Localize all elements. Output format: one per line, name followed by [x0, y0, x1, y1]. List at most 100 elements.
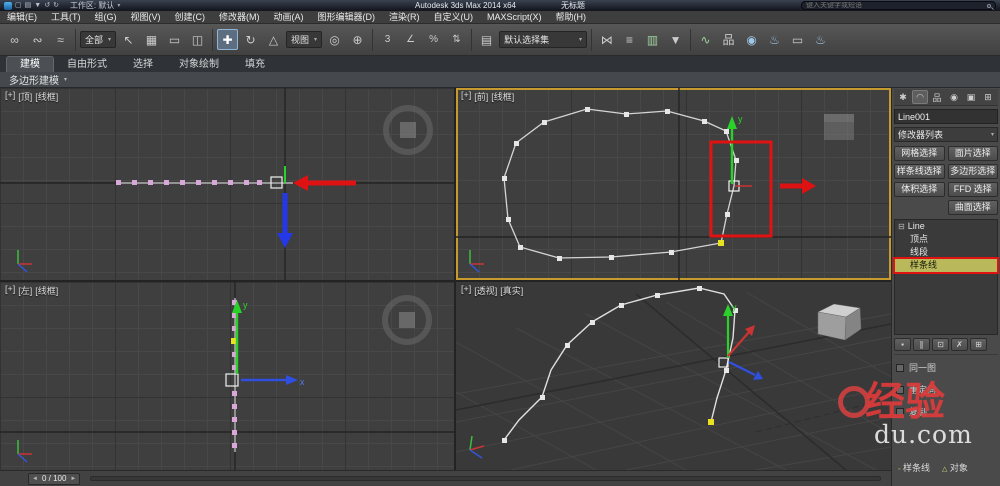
schematic-view-icon[interactable]: 品	[718, 29, 739, 50]
menu-item-animation[interactable]: 动画(A)	[267, 11, 311, 24]
next-frame-icon[interactable]: ►	[70, 476, 76, 482]
menu-item-customize[interactable]: 自定义(U)	[427, 11, 481, 24]
mirror-icon[interactable]: ⋈	[596, 29, 617, 50]
stack-root-line[interactable]: ⊟ Line	[895, 220, 997, 233]
viewcube[interactable]	[817, 303, 862, 341]
selection-filter-combo[interactable]: 全部 ▾	[80, 31, 117, 48]
select-by-name-icon[interactable]: ▦	[141, 29, 162, 50]
edit-named-selection-sets-icon[interactable]: ▤	[476, 29, 497, 50]
viewport-menu-button[interactable]: [+]	[5, 284, 15, 297]
polygon-modeling-panel[interactable]: 多边形建模	[9, 72, 59, 87]
percent-snap-icon[interactable]: %	[423, 29, 444, 50]
reference-coordinate-combo[interactable]: 视图 ▾	[286, 31, 323, 48]
viewport-perspective-canvas[interactable]: y	[456, 282, 891, 470]
time-slider[interactable]: ◄ 0 / 100 ►	[28, 472, 81, 485]
track-bar[interactable]	[90, 476, 881, 481]
viewcube[interactable]	[383, 105, 433, 155]
tab-utilities-icon[interactable]: ⊞	[980, 90, 996, 104]
select-and-scale-icon[interactable]: △	[263, 29, 284, 50]
poly-select-button[interactable]: 多边形选择	[947, 164, 998, 179]
curve-editor-icon[interactable]: ∿	[695, 29, 716, 50]
viewport-name-button[interactable]: [顶]	[18, 90, 32, 103]
named-selection-sets-combo[interactable]: 默认选择集 ▾	[499, 31, 588, 48]
viewport-menu-button[interactable]: [+]	[461, 90, 471, 103]
viewport-front-canvas[interactable]: y	[456, 88, 891, 280]
viewport-menu-button[interactable]: [+]	[5, 90, 15, 103]
viewcube[interactable]	[824, 114, 854, 140]
viewport-shading-button[interactable]: [线框]	[491, 90, 514, 103]
surface-select-button[interactable]: 曲面选择	[947, 200, 998, 215]
menu-item-tools[interactable]: 工具(T)	[44, 11, 88, 24]
select-and-manipulate-icon[interactable]: ⊕	[347, 29, 368, 50]
viewport-name-button[interactable]: [透视]	[474, 284, 497, 297]
checkbox[interactable]	[896, 363, 904, 372]
configure-modifier-sets-icon[interactable]: ⊞	[970, 338, 987, 351]
ribbon-tab-object-paint[interactable]: 对象绘制	[166, 57, 232, 72]
menu-item-modifiers[interactable]: 修改器(M)	[212, 11, 267, 24]
mesh-select-button[interactable]: 网格选择	[894, 146, 945, 161]
select-and-move-icon[interactable]: ✚	[217, 29, 239, 50]
ribbon-tab-populate[interactable]: 填充	[232, 57, 278, 72]
viewport-shading-button[interactable]: [线框]	[35, 284, 58, 297]
ribbon-tab-freeform[interactable]: 自由形式	[54, 57, 120, 72]
first-vertex-handle[interactable]	[718, 240, 724, 246]
open-file-icon[interactable]: ▤	[25, 1, 32, 10]
material-editor-icon[interactable]: ◉	[741, 29, 762, 50]
stack-item-segment[interactable]: 线段	[895, 246, 997, 259]
patch-select-button[interactable]: 面片选择	[947, 146, 998, 161]
menu-item-edit[interactable]: 编辑(E)	[0, 11, 44, 24]
viewport-top[interactable]: [+] [顶] [线框]	[0, 88, 454, 280]
spline-front-view[interactable]	[502, 107, 740, 261]
stack-item-spline[interactable]: 样条线	[893, 257, 999, 274]
viewport-left-canvas[interactable]: y x	[0, 282, 454, 470]
align-icon[interactable]: ≡	[619, 29, 640, 50]
tab-motion-icon[interactable]: ◉	[946, 90, 962, 104]
first-vertex-handle[interactable]	[708, 419, 714, 425]
menu-item-help[interactable]: 帮助(H)	[549, 11, 594, 24]
tab-modify-icon[interactable]: ◠	[912, 90, 928, 104]
move-gizmo[interactable]: y x	[232, 300, 305, 387]
redo-icon[interactable]: ↻	[53, 1, 59, 10]
viewport-front[interactable]: [+] [前] [线框] y	[456, 88, 891, 280]
app-menu-icon[interactable]	[4, 1, 12, 10]
menu-item-maxscript[interactable]: MAXScript(X)	[480, 11, 549, 24]
ffd-select-button[interactable]: FFD 选择	[947, 182, 998, 197]
spline-select-button[interactable]: 样条线选择	[894, 164, 945, 179]
stack-item-vertex[interactable]: 顶点	[895, 233, 997, 246]
pin-stack-icon[interactable]: ▪	[894, 338, 911, 351]
collapse-icon[interactable]: ⊟	[898, 220, 905, 233]
viewport-shading-button[interactable]: [真实]	[500, 284, 523, 297]
remove-modifier-icon[interactable]: ✗	[951, 338, 968, 351]
search-input[interactable]	[806, 2, 984, 9]
viewport-name-button[interactable]: [左]	[18, 284, 32, 297]
move-gizmo[interactable]: y	[727, 114, 752, 187]
new-scene-icon[interactable]: ▢	[15, 1, 22, 10]
checkbox[interactable]	[896, 385, 904, 394]
render-setup-icon[interactable]: ♨	[764, 29, 785, 50]
selection-region-icon[interactable]: ▭	[164, 29, 185, 50]
undo-icon[interactable]: ↺	[44, 1, 50, 10]
workspace-selector[interactable]: 工作区: 默认 ▾	[70, 0, 120, 11]
menu-item-rendering[interactable]: 渲染(R)	[382, 11, 427, 24]
previous-frame-icon[interactable]: ◄	[32, 476, 38, 482]
tab-create-icon[interactable]: ✱	[895, 90, 911, 104]
object-name-field[interactable]	[894, 109, 998, 124]
spinner-snap-icon[interactable]: ⇅	[446, 29, 467, 50]
ribbon-tab-modeling[interactable]: 建模	[6, 56, 54, 72]
render-production-icon[interactable]: ♨	[810, 29, 831, 50]
show-end-result-icon[interactable]: ∥	[913, 338, 930, 351]
angle-snap-icon[interactable]: ∠	[400, 29, 421, 50]
spline-perspective-view[interactable]	[502, 286, 738, 443]
select-object-icon[interactable]: ↖	[118, 29, 139, 50]
menu-item-create[interactable]: 创建(C)	[168, 11, 213, 24]
save-file-icon[interactable]: ▼	[34, 1, 41, 10]
unlink-selection-icon[interactable]: ∾	[27, 29, 48, 50]
bind-to-space-warp-icon[interactable]: ≈	[50, 29, 71, 50]
viewport-shading-button[interactable]: [线框]	[35, 90, 58, 103]
menu-item-views[interactable]: 视图(V)	[124, 11, 168, 24]
help-search[interactable]	[801, 1, 996, 10]
snaps-toggle-icon[interactable]: 3	[377, 29, 398, 50]
viewport-left[interactable]: [+] [左] [线框] y x	[0, 282, 454, 470]
tab-display-icon[interactable]: ▣	[963, 90, 979, 104]
vol-select-button[interactable]: 体积选择	[894, 182, 945, 197]
